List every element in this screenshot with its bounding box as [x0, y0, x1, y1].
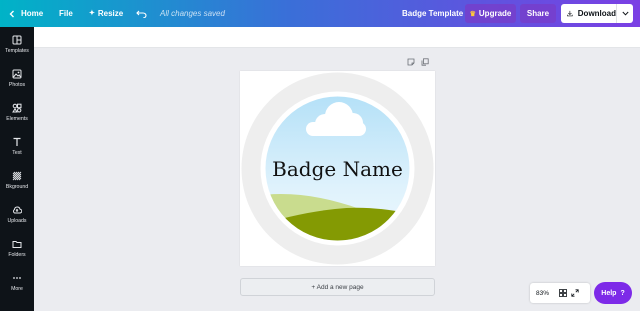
- elements-icon: [12, 103, 22, 113]
- download-main[interactable]: Download: [561, 4, 617, 23]
- sidebar-item-label: Uploads: [7, 218, 27, 224]
- document-title[interactable]: Badge Template: [402, 0, 463, 27]
- help-button[interactable]: Help ?: [594, 282, 632, 304]
- upgrade-button[interactable]: ♛ Upgrade: [465, 4, 516, 23]
- sidebar: Templates Photos Elements Text Bkground …: [0, 27, 34, 311]
- top-bar: Home File ✦ Resize All changes saved Bad…: [0, 0, 640, 27]
- uploads-icon: [12, 206, 22, 214]
- sidebar-item-label: Folders: [8, 252, 26, 258]
- sparkle-icon: ✦: [89, 10, 95, 17]
- background-icon: [12, 171, 22, 181]
- sidebar-item-more[interactable]: More: [0, 267, 34, 299]
- sidebar-item-background[interactable]: Bkground: [0, 165, 34, 197]
- sidebar-item-uploads[interactable]: Uploads: [0, 199, 34, 231]
- undo-icon: [136, 10, 147, 18]
- text-icon: [13, 137, 21, 146]
- file-menu[interactable]: File: [59, 0, 73, 27]
- duplicate-icon[interactable]: [421, 58, 429, 66]
- more-icon: [13, 277, 21, 279]
- add-note-icon[interactable]: [407, 58, 415, 66]
- grid-view-icon[interactable]: [559, 289, 567, 297]
- upgrade-label: Upgrade: [478, 9, 512, 18]
- help-label: Help: [601, 289, 617, 297]
- share-button[interactable]: Share: [520, 4, 556, 23]
- sidebar-item-text[interactable]: Text: [0, 131, 34, 163]
- sidebar-item-elements[interactable]: Elements: [0, 97, 34, 129]
- templates-icon: [12, 35, 22, 45]
- crown-icon: ♛: [469, 10, 476, 18]
- save-status: All changes saved: [160, 9, 225, 18]
- question-icon: ?: [620, 289, 625, 297]
- chevron-left-icon: [9, 10, 14, 17]
- chevron-down-icon: [621, 11, 629, 16]
- fullscreen-icon[interactable]: [571, 289, 579, 297]
- sidebar-item-label: Photos: [8, 82, 26, 88]
- resize-label: Resize: [97, 9, 124, 18]
- folders-icon: [12, 241, 22, 248]
- resize-button[interactable]: ✦ Resize: [89, 0, 123, 27]
- undo-button[interactable]: [136, 0, 147, 27]
- sidebar-item-label: Bkground: [5, 184, 29, 190]
- zoom-controls: 83%: [530, 283, 590, 303]
- design-page[interactable]: Badge Name: [240, 71, 435, 266]
- sidebar-item-templates[interactable]: Templates: [0, 29, 34, 61]
- zoom-level[interactable]: 83%: [530, 290, 555, 297]
- sidebar-item-folders[interactable]: Folders: [0, 233, 34, 265]
- badge-name-text[interactable]: Badge Name: [240, 157, 435, 181]
- download-button[interactable]: Download: [561, 4, 633, 23]
- download-label: Download: [577, 9, 616, 18]
- home-label: Home: [21, 9, 44, 18]
- download-options-button[interactable]: [617, 11, 633, 16]
- sidebar-item-label: More: [11, 286, 23, 292]
- photos-icon: [12, 69, 22, 79]
- editor-toolbar: [34, 27, 640, 48]
- add-page-button[interactable]: + Add a new page: [240, 278, 435, 296]
- download-icon: [567, 10, 573, 17]
- sidebar-item-label: Text: [12, 150, 22, 156]
- sidebar-item-label: Templates: [5, 48, 29, 54]
- home-button[interactable]: Home: [8, 0, 43, 27]
- page-actions: [407, 58, 429, 66]
- sidebar-item-label: Elements: [6, 116, 28, 122]
- sidebar-item-photos[interactable]: Photos: [0, 63, 34, 95]
